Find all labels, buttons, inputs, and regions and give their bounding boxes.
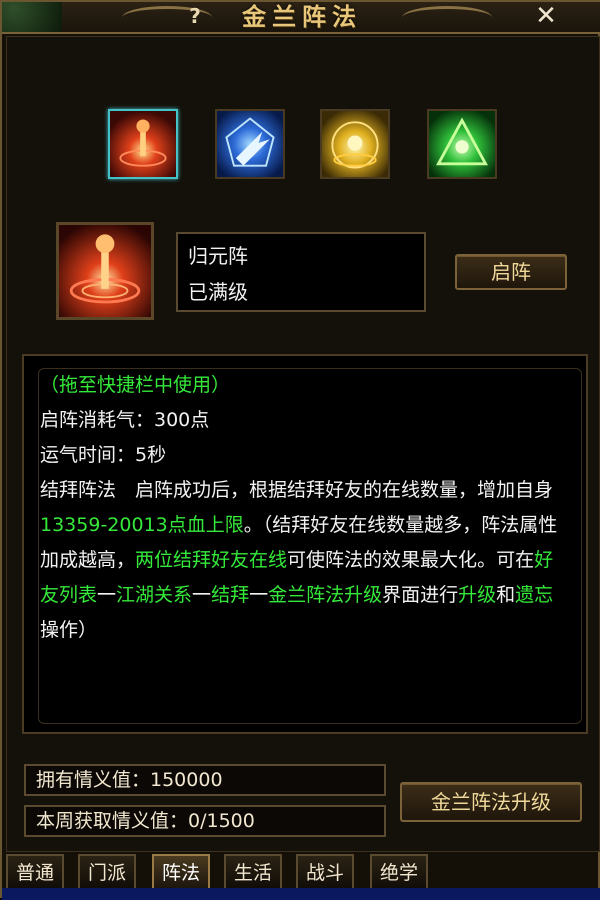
selected-formation-icon (56, 222, 154, 320)
path-sep-2: 一 (192, 584, 212, 606)
path-text-and: 和 (496, 584, 516, 606)
formation-slot-2[interactable] (215, 109, 285, 179)
usage-hint: （拖至快捷栏中使用） (40, 374, 231, 396)
formation-slot-1[interactable] (108, 109, 178, 179)
path-text-mid: 界面进行 (382, 584, 459, 606)
weekly-loyalty-value: 本周获取情义值：0/1500 (24, 805, 386, 837)
tab-ultimate[interactable]: 绝学 (370, 854, 428, 890)
path-sworn: 结拜 (211, 584, 250, 606)
path-sep-1: 一 (97, 584, 117, 606)
red-fire-formation-icon (110, 111, 176, 177)
gold-sun-formation-icon (322, 111, 388, 177)
formation-slot-3[interactable] (320, 109, 390, 179)
close-button[interactable]: ✕ (530, 3, 562, 30)
tab-sect[interactable]: 门派 (78, 854, 136, 890)
blue-lightning-formation-icon (217, 111, 283, 177)
red-fire-formation-icon (59, 225, 151, 317)
path-upgrade-panel: 金兰阵法升级 (268, 584, 383, 606)
effect-text-3: ， (116, 549, 136, 571)
effect-text: 结拜阵法 启阵成功后，根据结拜好友的在线数量，增加自身 (40, 479, 554, 501)
formation-window: 金兰阵法 ? ✕ 归元阵 已满级 启阵 （拖至快捷栏中使用） 启阵消耗气：300… (0, 0, 600, 900)
qi-cost: 启阵消耗气：300点 (40, 409, 210, 431)
tab-formation[interactable]: 阵法 (152, 854, 210, 890)
hp-bonus-value: 13359-20013点血上限 (40, 514, 244, 536)
action-upgrade: 升级 (458, 584, 497, 606)
effect-paragraph: 结拜阵法 启阵成功后，根据结拜好友的在线数量，增加自身 13359-20013点血… (40, 473, 568, 648)
action-forget: 遗忘 (515, 584, 554, 606)
upgrade-formation-button[interactable]: 金兰阵法升级 (400, 782, 582, 822)
description-text: （拖至快捷栏中使用） 启阵消耗气：300点 运气时间：5秒 结拜阵法 启阵成功后… (40, 368, 568, 648)
formation-name: 归元阵 (188, 244, 248, 268)
help-button[interactable]: ? (182, 4, 208, 30)
path-text-end: 操作） (40, 619, 98, 641)
formation-slot-4[interactable] (427, 109, 497, 179)
path-sep-3: 一 (249, 584, 269, 606)
chat-strip (2, 888, 600, 900)
window-title: 金兰阵法 (242, 3, 362, 31)
title-bar[interactable]: 金兰阵法 ? ✕ (2, 2, 600, 34)
tab-life[interactable]: 生活 (224, 854, 282, 890)
max-effect-condition: 两位结拜好友在线 (135, 549, 288, 571)
green-triangle-formation-icon (429, 111, 495, 177)
cast-time: 运气时间：5秒 (40, 444, 167, 466)
effect-text-4: 可使阵法的效果最大化 (287, 549, 478, 571)
path-text-pre: 。可在 (477, 549, 535, 571)
start-formation-button[interactable]: 启阵 (455, 254, 567, 290)
tab-combat[interactable]: 战斗 (296, 854, 354, 890)
path-relations: 江湖关系 (116, 584, 193, 606)
formation-info-box: 归元阵 已满级 (176, 232, 426, 312)
owned-loyalty-value: 拥有情义值：150000 (24, 764, 386, 796)
tab-normal[interactable]: 普通 (6, 854, 64, 890)
formation-level-status: 已满级 (188, 280, 248, 304)
